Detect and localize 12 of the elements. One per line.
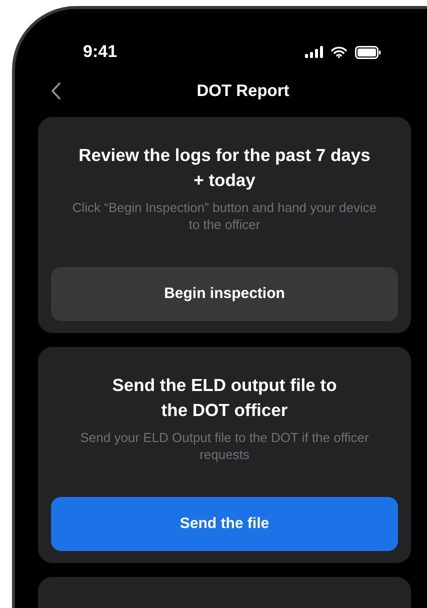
status-time: 9:41 [83,41,118,64]
battery-icon [355,46,381,58]
card-title: Review the logs for the past 7 days + today [78,144,372,192]
action-button[interactable]: Begin inspection [51,267,398,321]
card-title: Send the ELD output file to the DOT officer [111,374,338,422]
wifi-icon [331,46,347,58]
card-description: Send your ELD Output file to the DOT if the officer requests [79,429,370,463]
back-icon[interactable] [51,82,61,100]
card-description: Click “Begin Inspection” button and hand your device to the officer [71,199,378,233]
send-button[interactable]: Send the file [51,497,398,551]
signal-icon [305,46,323,58]
page-title: DOT Report [196,80,290,102]
